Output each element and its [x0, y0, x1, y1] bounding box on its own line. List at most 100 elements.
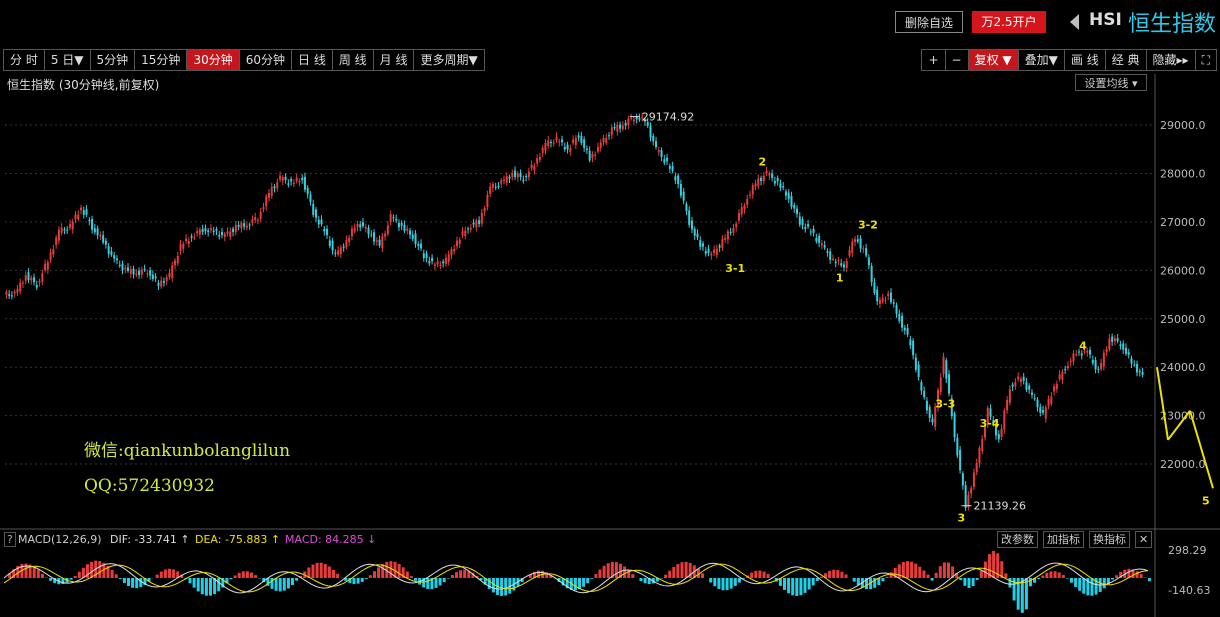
candle-body	[829, 251, 832, 260]
candle-body	[467, 228, 470, 230]
candle-body	[93, 228, 96, 233]
candle-body	[616, 124, 619, 132]
candle-body	[232, 228, 235, 232]
macd-bar	[118, 578, 122, 579]
candle-body	[981, 439, 984, 452]
candle-body	[19, 282, 22, 292]
candle-body	[1116, 338, 1119, 342]
candle-body	[876, 289, 879, 302]
macd-bar	[209, 578, 212, 596]
candle-body	[82, 210, 85, 215]
macd-bar	[856, 578, 860, 585]
help-icon[interactable]: ?	[4, 532, 16, 547]
candle-body	[38, 281, 41, 283]
macd-bar	[709, 578, 713, 583]
macd-bar	[1045, 572, 1049, 578]
candle-body	[959, 449, 962, 471]
close-icon[interactable]: ✕	[1135, 531, 1153, 548]
macd-bar	[783, 578, 786, 590]
candle-body	[397, 222, 400, 228]
macd-bar	[918, 566, 922, 578]
candle-body	[505, 176, 508, 183]
candle-body	[455, 240, 458, 247]
candle-body	[525, 176, 528, 178]
macd-bar	[241, 571, 245, 578]
candle-body	[270, 186, 273, 196]
candle-body	[229, 231, 232, 237]
macd-bar	[237, 572, 241, 578]
candle-body	[223, 233, 226, 237]
macd-bar	[196, 578, 200, 592]
macd-bar	[1074, 578, 1078, 587]
candle-body	[679, 183, 682, 196]
wave-label: 5	[1202, 494, 1210, 507]
change-params-button[interactable]: 改参数	[997, 531, 1038, 548]
candle-body	[796, 208, 799, 214]
candle-body	[80, 207, 83, 211]
candle-body	[165, 277, 168, 281]
candle-body	[815, 237, 818, 242]
macd-bar	[721, 578, 725, 591]
candle-body	[743, 205, 746, 210]
candle-body	[1119, 344, 1122, 346]
candle-body	[115, 258, 118, 261]
candle-body	[99, 234, 102, 237]
candle-body	[1014, 382, 1017, 387]
candlestick-chart: 22000.023000.024000.025000.026000.027000…	[0, 74, 1220, 617]
macd-bar	[254, 575, 258, 578]
candle-body	[804, 227, 807, 229]
candle-body	[978, 447, 981, 464]
candle-body	[1055, 384, 1058, 390]
macd-bar	[668, 570, 672, 578]
candle-body	[201, 228, 204, 233]
candle-body	[729, 231, 732, 233]
candle-body	[939, 377, 942, 393]
candle-body	[975, 462, 978, 473]
macd-bar	[1082, 578, 1086, 594]
candle-body	[1113, 338, 1116, 342]
candle-body	[240, 222, 243, 229]
candle-body	[5, 291, 8, 295]
y-tick-label: 22000.0	[1160, 458, 1206, 471]
candle-body	[196, 231, 199, 234]
candle-body	[386, 225, 389, 235]
macd-bar	[750, 572, 754, 578]
candle-body	[746, 198, 749, 205]
macd-bar	[942, 562, 946, 578]
candle-body	[652, 136, 655, 142]
candle-body	[176, 255, 179, 264]
macd-bar	[684, 561, 688, 578]
macd-bar	[971, 578, 975, 586]
candle-body	[632, 119, 635, 122]
macd-bar	[881, 578, 885, 582]
add-indicator-button[interactable]: 加指标	[1043, 531, 1084, 548]
candle-body	[1108, 338, 1111, 350]
macd-bar	[1037, 578, 1041, 580]
candle-body	[46, 262, 49, 270]
macd-bar	[131, 578, 135, 588]
switch-indicator-button[interactable]: 换指标	[1089, 531, 1130, 548]
candle-body	[1064, 369, 1067, 371]
candle-body	[461, 231, 464, 236]
candle-body	[85, 209, 88, 215]
candle-body	[458, 239, 461, 244]
candle-body	[657, 150, 660, 153]
candle-body	[392, 217, 395, 219]
candle-body	[345, 239, 348, 248]
candle-body	[16, 288, 19, 293]
candle-body	[854, 239, 857, 242]
candle-body	[737, 213, 740, 221]
candle-body	[417, 244, 420, 246]
y-tick-label: 27000.0	[1160, 216, 1206, 229]
macd-bar	[1053, 571, 1057, 578]
candle-body	[190, 235, 193, 238]
candle-body	[972, 472, 975, 487]
candle-body	[425, 253, 428, 259]
macd-label: MACD(12,26,9)	[18, 533, 102, 546]
candle-body	[1102, 352, 1105, 367]
wave-label: 3	[957, 512, 965, 525]
candle-body	[834, 261, 837, 264]
macd-bar	[922, 570, 926, 578]
candle-body	[928, 407, 931, 418]
macd-bar	[163, 569, 167, 578]
